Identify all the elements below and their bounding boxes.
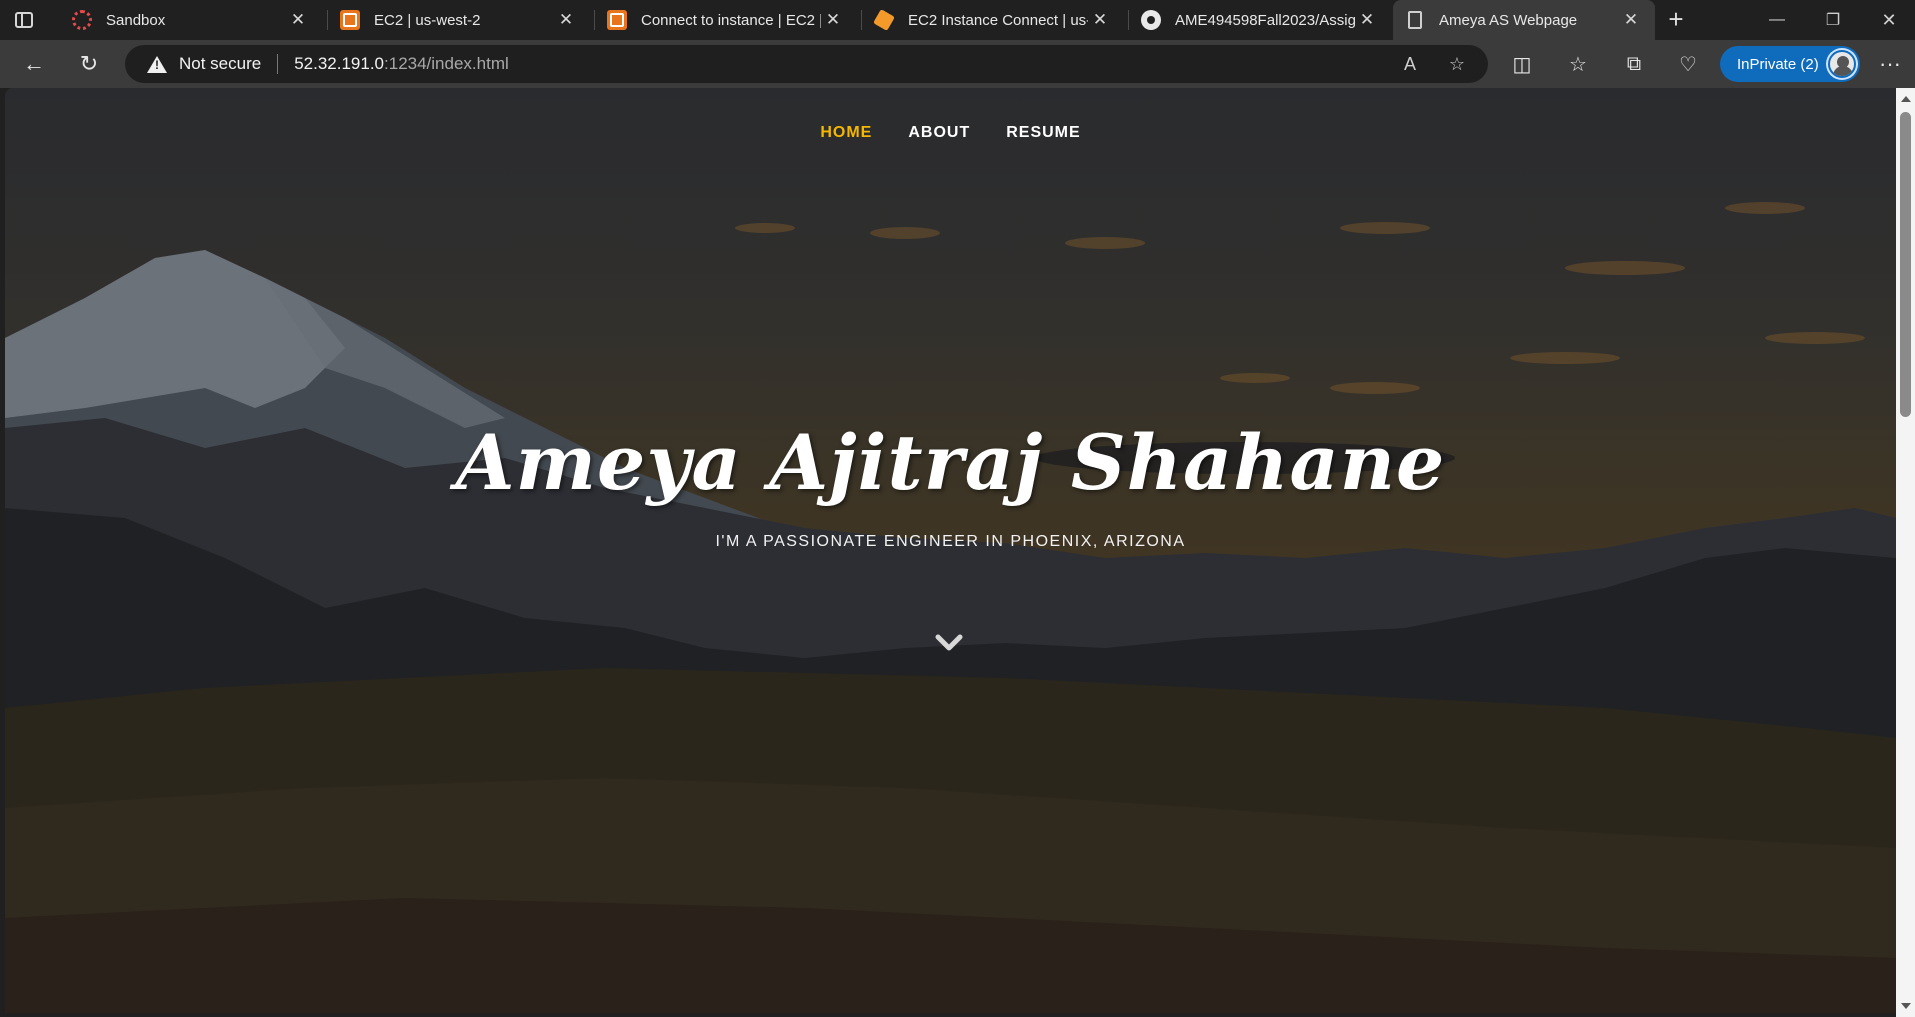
- close-tab-icon[interactable]: ✕: [554, 10, 578, 30]
- tab-actions-icon: [15, 12, 33, 28]
- scroll-up-arrow-icon[interactable]: [1901, 96, 1911, 102]
- tab-title: AME494598Fall2023/Assign: [1175, 11, 1355, 29]
- back-button[interactable]: ←: [16, 46, 52, 82]
- scroll-down-arrow-icon[interactable]: [1901, 1003, 1911, 1009]
- nav-home-link[interactable]: HOME: [802, 124, 890, 142]
- split-screen-icon: ◫: [1512, 53, 1532, 76]
- tab-connect-to-instance[interactable]: Connect to instance | EC2 | u ✕: [595, 3, 857, 37]
- tab-sandbox[interactable]: Sandbox ✕: [60, 3, 322, 37]
- inprivate-button[interactable]: InPrivate (2): [1720, 46, 1860, 82]
- heart-pulse-icon: ♡: [1679, 53, 1697, 76]
- cube-icon: [873, 9, 895, 31]
- scrollbar-thumb[interactable]: [1900, 112, 1911, 417]
- aws-icon: [340, 10, 360, 30]
- scroll-down-chevron-icon[interactable]: [934, 628, 964, 658]
- sandbox-icon: [72, 10, 92, 30]
- refresh-icon: ↻: [79, 51, 99, 76]
- security-label[interactable]: Not secure: [179, 54, 261, 74]
- hero-subtitle: I'M A PASSIONATE ENGINEER IN PHOENIX, AR…: [715, 533, 1186, 550]
- back-arrow-icon: ←: [23, 51, 45, 76]
- more-icon: ···: [1879, 51, 1901, 76]
- restore-button[interactable]: ❐: [1808, 0, 1858, 40]
- favorite-star-icon[interactable]: ☆: [1445, 52, 1469, 76]
- close-tab-icon[interactable]: ✕: [1619, 10, 1643, 30]
- close-tab-icon[interactable]: ✕: [286, 10, 310, 30]
- new-tab-button[interactable]: +: [1660, 4, 1692, 36]
- collections-button[interactable]: ⧉: [1616, 46, 1652, 82]
- tab-ec2[interactable]: EC2 | us-west-2 ✕: [328, 3, 590, 37]
- nav-about-link[interactable]: ABOUT: [890, 124, 988, 142]
- inprivate-label: InPrivate (2): [1737, 55, 1819, 73]
- aws-icon: [607, 10, 627, 30]
- github-icon: [1141, 10, 1161, 30]
- tab-ameya-webpage[interactable]: Ameya AS Webpage ✕: [1393, 0, 1655, 40]
- minimize-button[interactable]: —: [1752, 0, 1802, 40]
- nav-resume-link[interactable]: RESUME: [988, 124, 1098, 142]
- hero-title: Ameya Ajitraj Shahane: [455, 418, 1446, 507]
- tab-ec2-instance-connect[interactable]: EC2 Instance Connect | us-w ✕: [862, 3, 1124, 37]
- tab-actions-button[interactable]: [0, 0, 48, 40]
- split-screen-button[interactable]: ◫: [1504, 46, 1540, 82]
- url-host[interactable]: 52.32.191.0: [294, 54, 384, 74]
- document-icon: [1408, 11, 1422, 29]
- tab-title: EC2 | us-west-2: [374, 11, 481, 29]
- tab-title: EC2 Instance Connect | us-w: [908, 11, 1088, 29]
- refresh-button[interactable]: ↻: [71, 46, 107, 82]
- close-window-button[interactable]: ✕: [1864, 0, 1914, 40]
- page-scrollbar[interactable]: [1896, 88, 1915, 1017]
- browser-toolbar: ← ↻ Not secure 52.32.191.0:1234/index.ht…: [0, 40, 1915, 88]
- page-viewport: HOME ABOUT RESUME Ameya Ajitraj Shahane …: [5, 88, 1896, 1013]
- avatar: [1828, 50, 1856, 78]
- settings-menu-button[interactable]: ···: [1872, 46, 1908, 82]
- favorites-button[interactable]: ☆: [1560, 46, 1596, 82]
- tab-github[interactable]: AME494598Fall2023/Assign ✕: [1129, 3, 1391, 37]
- read-aloud-icon[interactable]: A: [1398, 52, 1422, 76]
- tab-title: Connect to instance | EC2 | u: [641, 11, 821, 29]
- close-tab-icon[interactable]: ✕: [821, 10, 845, 30]
- close-tab-icon[interactable]: ✕: [1088, 10, 1112, 30]
- address-bar[interactable]: Not secure 52.32.191.0:1234/index.html A…: [125, 45, 1488, 83]
- divider: [277, 54, 279, 74]
- close-tab-icon[interactable]: ✕: [1355, 10, 1379, 30]
- warning-icon: [147, 55, 167, 73]
- browser-essentials-button[interactable]: ♡: [1670, 46, 1706, 82]
- main-nav: HOME ABOUT RESUME: [5, 124, 1896, 142]
- tab-title: Sandbox: [106, 11, 166, 29]
- collections-icon: ⧉: [1626, 52, 1642, 75]
- favorites-icon: ☆: [1569, 53, 1587, 76]
- tab-title: Ameya AS Webpage: [1439, 11, 1578, 29]
- url-path[interactable]: :1234/index.html: [384, 54, 509, 74]
